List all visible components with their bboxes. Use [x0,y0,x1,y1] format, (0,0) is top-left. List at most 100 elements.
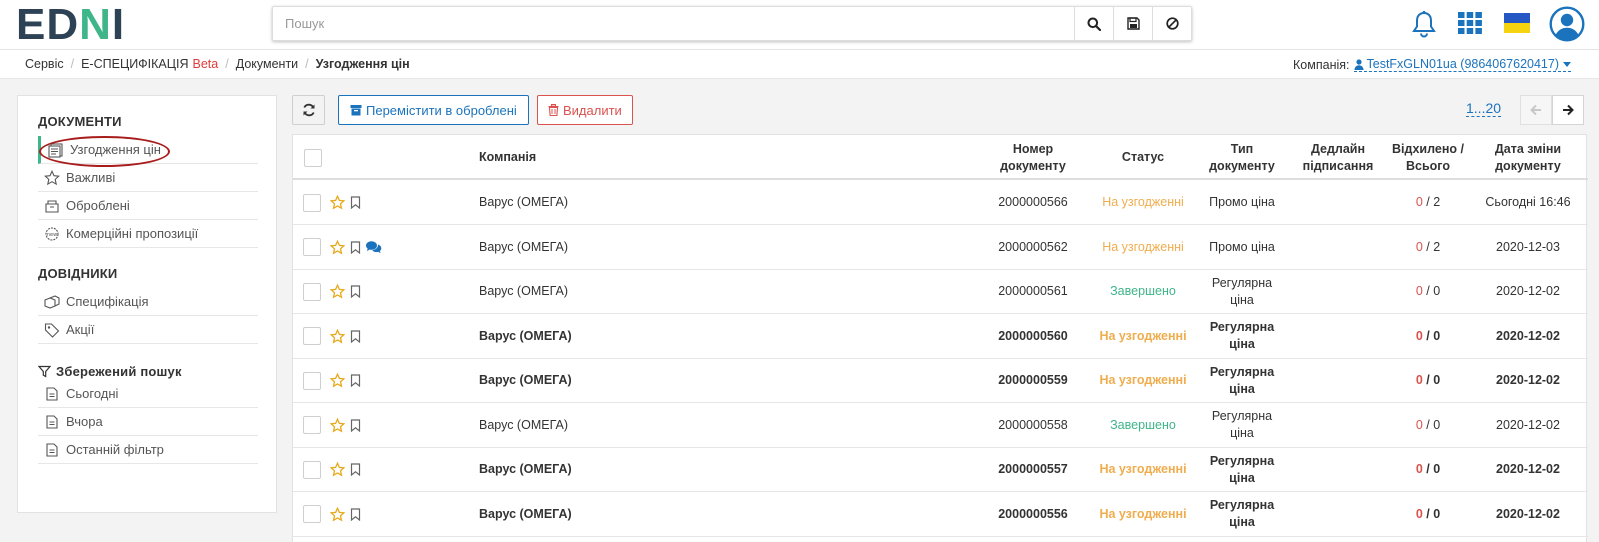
row-company[interactable]: Варус (ОМЕГА) [479,225,779,270]
star-icon[interactable] [330,373,345,388]
star-icon[interactable] [330,417,345,433]
pagination-range[interactable]: 1...20 [1466,101,1502,117]
table-row[interactable]: Варус (ОМЕГА) 2000000561 Завершено Регулярн… [293,269,1588,314]
bookmark-icon[interactable] [350,285,361,298]
star-icon[interactable] [330,462,345,477]
sidebar-item-label: Комерційні пропозиції [66,226,199,241]
row-checkbox[interactable] [303,416,321,434]
row-doc-type: Промо ціна [1209,239,1275,254]
save-search-button[interactable] [1113,7,1152,40]
column-header-changed[interactable]: Дата зміни документу [1473,135,1583,180]
row-doc-type: Промо ціна [1209,195,1275,209]
table-row[interactable]: Варус (ОМЕГА) 2000000560 На узгодженні Регу… [293,314,1588,359]
slash: / [1422,462,1434,476]
column-header-doc-number[interactable]: Номер документу [983,135,1083,180]
bookmark-icon[interactable] [350,374,361,387]
row-checkbox[interactable] [303,371,321,390]
company-dropdown[interactable]: TestFxGLN01ua (9864067620417) [1353,57,1571,72]
row-checkbox[interactable] [303,282,321,301]
move-to-processed-button[interactable]: Перемістити в оброблені [338,95,529,125]
bookmark-icon[interactable] [350,418,361,432]
sidebar-item-label: Специфікація [66,294,149,309]
row-checkbox[interactable] [303,193,321,212]
column-header-doc-type[interactable]: Тип документу [1199,135,1285,180]
column-header-status[interactable]: Статус [1093,135,1193,180]
row-doc-number[interactable]: 2000000557 [983,447,1083,492]
row-checkbox[interactable] [303,327,321,345]
row-checkbox[interactable] [303,460,321,479]
bookmark-icon[interactable] [350,507,361,521]
row-company[interactable]: Варус (ОМЕГА) [479,180,779,225]
row-doc-number[interactable]: 2000000561 [983,269,1083,314]
star-icon[interactable] [330,284,345,299]
star-icon[interactable] [330,328,345,344]
column-header-rejected[interactable]: Відхилено / Всього [1383,135,1473,180]
sidebar-item-specification[interactable]: Специфікація [38,288,258,316]
select-all-checkbox[interactable] [304,148,322,167]
row-company[interactable]: Варус (ОМЕГА) [479,447,779,492]
row-checkbox[interactable] [303,238,321,256]
row-changed-date: 2020-12-03 [1496,239,1560,254]
row-status: Завершено [1110,417,1176,432]
refresh-button[interactable] [292,95,325,125]
sidebar-item-promotions[interactable]: Акції [38,316,258,344]
row-doc-number[interactable]: 2000000560 [983,314,1083,359]
bookmark-icon[interactable] [350,196,361,209]
table-row[interactable]: Варус (ОМЕГА) 2000000562 На узгодженні Пром… [293,225,1588,270]
documents-table: Компанія Номер документу Статус Тип доку… [292,134,1588,542]
breadcrumb-documents[interactable]: Документи [236,57,298,71]
bookmark-icon[interactable] [350,240,361,254]
breadcrumb-espec[interactable]: Е-СПЕЦИФІКАЦІЯ [81,57,188,71]
company-name: TestFxGLN01ua (9864067620417) [1366,57,1560,71]
apps-menu-button[interactable] [1458,12,1482,37]
row-changed-date: Сьогодні 16:46 [1485,195,1571,209]
sidebar-item-label: Акції [66,322,95,337]
search-button[interactable] [1074,7,1113,40]
table-row[interactable]: Варус (ОМЕГА) 2000000557 На узгодженні Регу… [293,447,1588,492]
row-icons [330,447,400,492]
sidebar-item-saved-last-filter[interactable]: Останній фільтр [38,436,258,464]
row-doc-number[interactable]: 2000000556 [983,492,1083,537]
table-row[interactable]: Варус (ОМЕГА) 2000000556 На узгодженні Регу… [293,492,1588,537]
user-menu-button[interactable] [1549,6,1585,45]
bookmark-icon[interactable] [350,329,361,343]
edin-logo[interactable]: ED N I [16,3,125,47]
row-company[interactable]: Варус (ОМЕГА) [479,314,779,359]
star-icon[interactable] [330,195,345,210]
prev-page-button[interactable] [1520,95,1552,125]
column-header-company[interactable]: Компанія [479,135,779,180]
row-changed-date: 2020-12-02 [1496,417,1560,432]
sidebar-item-processed[interactable]: Оброблені [38,192,258,220]
clear-search-button[interactable] [1152,7,1191,40]
search-input[interactable] [273,7,1074,40]
row-doc-number[interactable]: 2000000562 [983,225,1083,270]
breadcrumb-service[interactable]: Сервіс [25,57,64,71]
bookmark-icon[interactable] [350,463,361,476]
row-icons [330,269,400,314]
column-header-deadline[interactable]: Дедлайн підписання [1293,135,1383,180]
comments-icon[interactable] [365,240,382,254]
star-icon[interactable] [330,506,345,522]
row-doc-number[interactable]: 2000000566 [983,180,1083,225]
table-row[interactable]: Варус (ОМЕГА) 2000000559 На узгодженні Регу… [293,358,1588,403]
star-icon[interactable] [330,239,345,255]
row-icons [330,180,400,225]
row-company[interactable]: Варус (ОМЕГА) [479,492,779,537]
sidebar-item-saved-yesterday[interactable]: Вчора [38,408,258,436]
row-doc-number[interactable]: 2000000558 [983,403,1083,448]
next-page-button[interactable] [1552,95,1584,125]
notifications-button[interactable] [1411,10,1437,41]
table-row[interactable]: Варус (ОМЕГА) 2000000566 На узгодженні Пром… [293,180,1588,225]
flag-ua-icon[interactable] [1504,13,1530,33]
top-bar: ED N I [0,0,1599,50]
delete-button[interactable]: Видалити [537,95,633,125]
sidebar-item-offers[interactable]: new Комерційні пропозиції [38,220,258,248]
row-company[interactable]: Варус (ОМЕГА) [479,358,779,403]
row-doc-number[interactable]: 2000000559 [983,358,1083,403]
row-company[interactable]: Варус (ОМЕГА) [479,269,779,314]
row-company[interactable]: Варус (ОМЕГА) [479,403,779,448]
sidebar-item-saved-today[interactable]: Сьогодні [38,380,258,408]
row-checkbox[interactable] [303,505,321,523]
table-row[interactable]: Варус (ОМЕГА) 2000000558 Завершено Регулярн… [293,403,1588,448]
sidebar-item-important[interactable]: Важливі [38,164,258,192]
